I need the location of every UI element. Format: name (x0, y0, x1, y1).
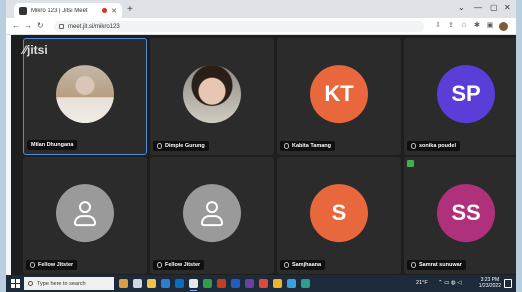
mic-muted-icon (284, 262, 289, 268)
back-arrow-icon[interactable]: ← (12, 21, 20, 30)
app-icon[interactable] (301, 279, 310, 288)
participant-tile[interactable]: Fellow Jitster (23, 157, 147, 274)
bookmark-star-icon[interactable]: ☆ (460, 22, 468, 30)
participant-initials-avatar: S (310, 183, 368, 242)
participant-nameplate: sonika poudel (407, 141, 460, 151)
participant-nameplate: Dimple Gurung (153, 141, 209, 151)
mic-muted-icon (284, 143, 289, 149)
participant-name: Milan Dhungana (31, 142, 74, 148)
participant-name: sonika poudel (419, 143, 456, 149)
mic-muted-icon (157, 262, 162, 268)
new-tab-button[interactable]: + (127, 4, 133, 15)
sidepanel-icon[interactable]: ▣ (486, 22, 494, 30)
tab-strip: Mikro 123 | Jitsi Meet ✕ + ⌄ — ▢ ✕ (6, 0, 516, 18)
participant-placeholder-avatar (183, 183, 241, 242)
jitsi-logo: ⁄⁄jitsi (23, 43, 48, 57)
maximize-button[interactable]: ▢ (490, 3, 498, 12)
participant-name: Dimple Gurung (165, 143, 205, 149)
mic-muted-icon (411, 143, 416, 149)
app-icon[interactable] (287, 279, 296, 288)
participant-initials-avatar: SP (437, 64, 495, 123)
person-icon (72, 198, 98, 228)
participant-nameplate: Fellow Jitster (26, 260, 78, 270)
app-icon[interactable] (259, 279, 268, 288)
tab-jitsi-meeting[interactable]: Mikro 123 | Jitsi Meet ✕ (14, 3, 122, 18)
close-window-button[interactable]: ✕ (504, 3, 511, 12)
participant-photo (56, 64, 114, 123)
participant-tile[interactable]: KT Kabita Tamang (277, 38, 401, 155)
participant-name: Samjhaana (292, 262, 322, 268)
word-icon[interactable] (231, 279, 240, 288)
lock-icon (59, 24, 64, 29)
teams-icon[interactable] (245, 279, 254, 288)
participant-name: Fellow Jitster (165, 262, 201, 268)
excel-icon[interactable] (203, 279, 212, 288)
participant-nameplate: Samrat sunuwar (407, 260, 466, 270)
participant-tile[interactable]: Fellow Jitster (150, 157, 274, 274)
taskbar-search-box[interactable]: Type here to search (24, 277, 114, 290)
participant-placeholder-avatar (56, 183, 114, 242)
participant-name: Samrat sunuwar (419, 262, 462, 268)
profile-avatar[interactable] (499, 22, 508, 31)
windows-start-icon[interactable] (11, 279, 20, 288)
address-bar[interactable]: meet.jit.si/mikro123 (54, 21, 424, 32)
browser-toolbar: ← → ↻ meet.jit.si/mikro123 ⇩ ⇪ ☆ ✱ ▣ (6, 18, 516, 35)
participant-nameplate: Samjhaana (280, 260, 326, 270)
file-explorer-icon[interactable] (147, 279, 156, 288)
participant-nameplate: Kabita Tamang (280, 141, 336, 151)
recording-indicator-icon (102, 8, 108, 13)
participant-nameplate: Fellow Jitster (153, 260, 205, 270)
search-placeholder: Type here to search (37, 280, 86, 287)
tab-title: Mikro 123 | Jitsi Meet (31, 7, 88, 14)
system-tray-icons[interactable]: ⌃ ▭ ◍ ◁ (438, 280, 461, 286)
connection-status-icon[interactable] (407, 160, 414, 167)
participant-tile[interactable]: SS Samrat sunuwar (404, 157, 516, 274)
mic-muted-icon (30, 262, 35, 268)
chrome-icon[interactable] (189, 279, 198, 291)
browser-window: Mikro 123 | Jitsi Meet ✕ + ⌄ — ▢ ✕ ← → ↻… (6, 0, 516, 292)
tab-search-button[interactable]: ⌄ (458, 3, 465, 12)
participant-tile[interactable]: Dimple Gurung (150, 38, 274, 155)
participant-photo (183, 64, 241, 123)
extension-icon[interactable]: ✱ (473, 22, 481, 30)
url-text: meet.jit.si/mikro123 (68, 23, 120, 30)
participant-nameplate: Milan Dhungana (27, 140, 78, 150)
participant-initials-avatar: KT (310, 64, 368, 123)
clock[interactable]: 3:23 PM 1/23/2022 (479, 277, 501, 289)
edge-icon[interactable] (161, 279, 170, 288)
share-icon[interactable]: ⇪ (447, 22, 455, 30)
close-tab-icon[interactable]: ✕ (111, 7, 117, 15)
participant-name: Kabita Tamang (292, 143, 332, 149)
participant-tile[interactable]: S Samjhaana (277, 157, 401, 274)
participant-initials-avatar: SS (437, 183, 495, 242)
minimize-button[interactable]: — (474, 3, 482, 12)
powerpoint-icon[interactable] (217, 279, 226, 288)
windows-taskbar: Type here to search 21°F ⌃ ▭ ◍ ◁ 3:23 PM… (6, 275, 516, 292)
logo-text: jitsi (27, 43, 48, 57)
jitsi-favicon-icon (19, 6, 27, 15)
notification-icon[interactable] (504, 279, 512, 288)
participant-tile[interactable]: SP sonika poudel (404, 38, 516, 155)
task-view-icon[interactable] (133, 279, 142, 288)
search-icon (28, 281, 33, 286)
mic-muted-icon (411, 262, 416, 268)
store-icon[interactable] (175, 279, 184, 288)
app-icon[interactable] (273, 279, 282, 288)
forward-arrow-icon[interactable]: → (24, 21, 32, 30)
weather-temp[interactable]: 21°F (416, 280, 428, 286)
meeting-stage: ⁄⁄jitsi Milan Dhungana Dimple Gurung KT … (11, 35, 516, 275)
clock-date: 1/23/2022 (478, 283, 501, 289)
participant-name: Fellow Jitster (38, 262, 74, 268)
mic-muted-icon (157, 143, 162, 149)
reload-icon[interactable]: ↻ (37, 21, 44, 30)
news-widget-icon[interactable] (119, 279, 128, 288)
person-icon (199, 198, 225, 228)
download-icon[interactable]: ⇩ (434, 22, 442, 30)
